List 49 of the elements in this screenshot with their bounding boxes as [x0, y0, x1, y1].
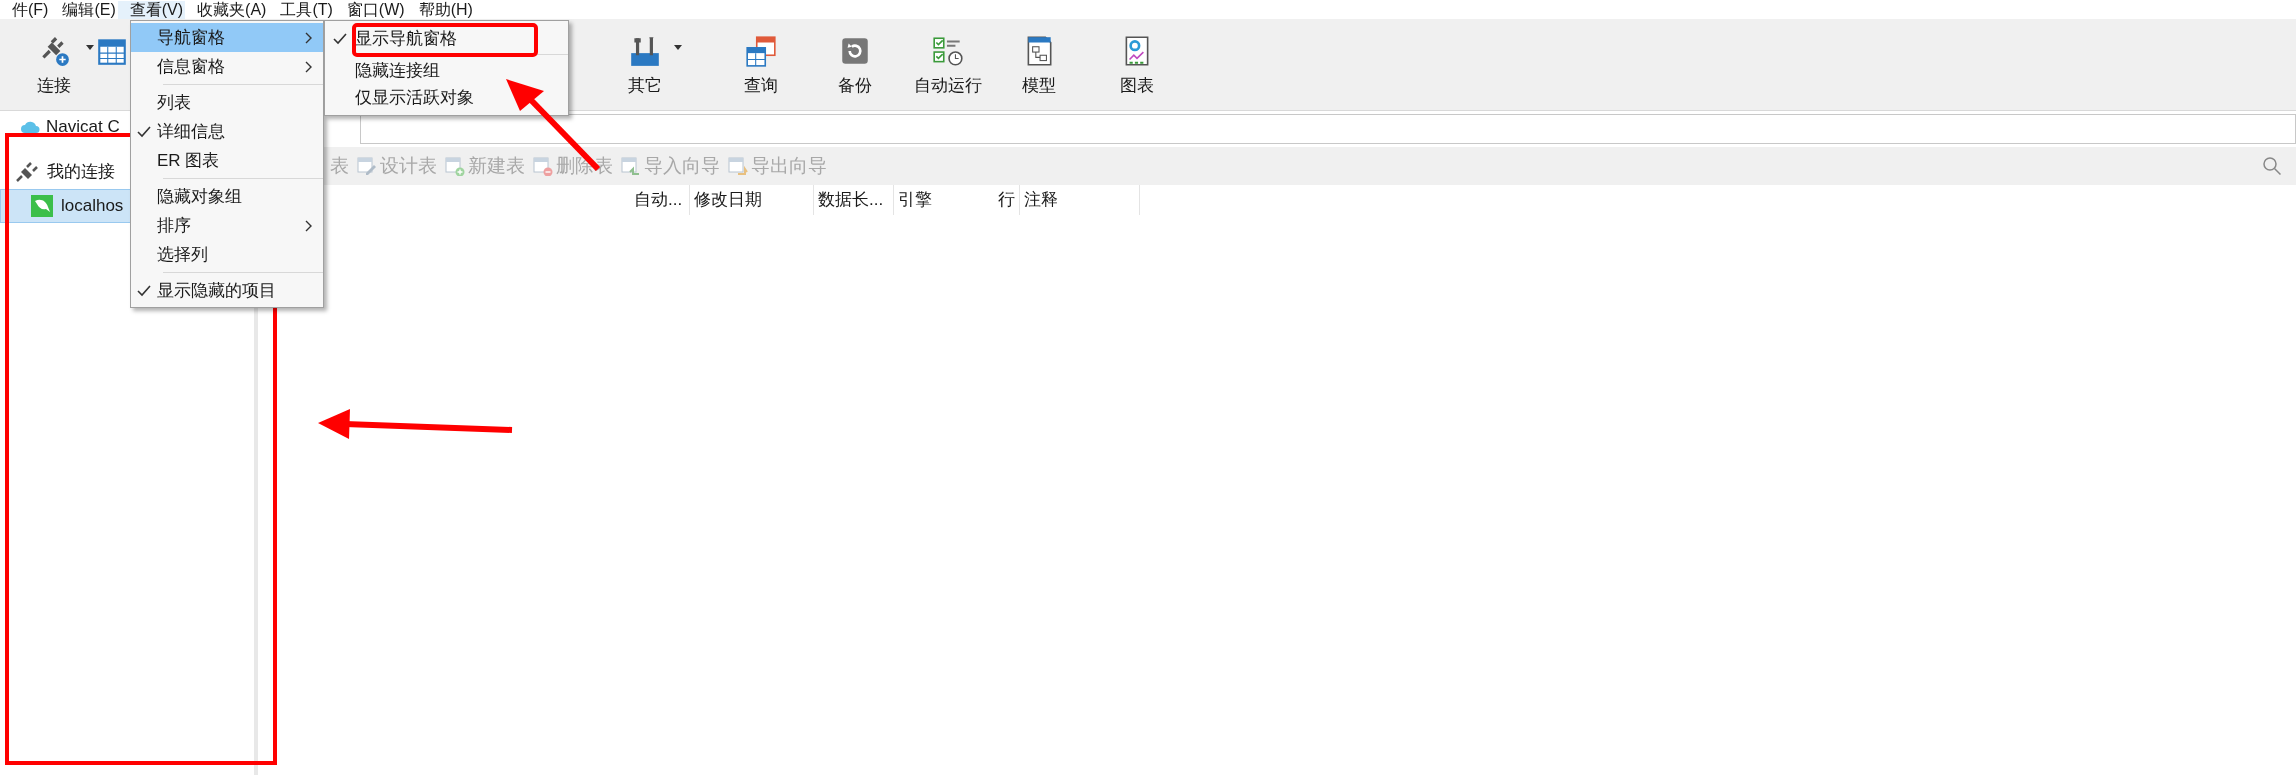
- menu-item[interactable]: ER 图表: [131, 146, 323, 175]
- plug-icon: [15, 161, 39, 183]
- check-icon: [333, 32, 347, 45]
- search-icon[interactable]: [2262, 156, 2282, 176]
- table-minus-icon: [533, 156, 553, 176]
- check-icon: [137, 284, 151, 297]
- column-header[interactable]: 注释: [1020, 185, 1140, 215]
- toolbar-button[interactable]: 其它: [608, 19, 682, 110]
- cloud-icon: [20, 120, 40, 134]
- menu-item[interactable]: 显示隐藏的项目: [131, 276, 323, 305]
- toolbar-button[interactable]: 自动运行: [900, 19, 996, 110]
- menu-item[interactable]: 仅显示活跃对象: [325, 84, 568, 111]
- menu-item[interactable]: 列表: [131, 88, 323, 117]
- toolbar-button[interactable]: 模型: [1002, 19, 1076, 110]
- toolbar-button[interactable]: 图表: [1100, 19, 1174, 110]
- menu-item[interactable]: 隐藏连接组: [325, 57, 568, 84]
- chevron-right-icon: [305, 219, 313, 232]
- column-header[interactable]: 修改日期: [690, 185, 814, 215]
- dropdown-caret-icon[interactable]: [674, 45, 682, 50]
- menu-item[interactable]: 窗口(W): [334, 1, 407, 19]
- menu-item[interactable]: 导航窗格: [131, 23, 323, 52]
- panel-title: Navicat C: [46, 116, 120, 139]
- column-header[interactable]: 引擎: [894, 185, 980, 215]
- column-header[interactable]: 行: [980, 185, 1020, 215]
- chevron-right-icon: [305, 60, 313, 73]
- menu-item[interactable]: 详细信息: [131, 117, 323, 146]
- search-field[interactable]: [360, 114, 2296, 144]
- column-header[interactable]: 数据长...: [814, 185, 894, 215]
- toolbar-button[interactable]: 备份: [818, 19, 892, 110]
- menu-item[interactable]: 选择列: [131, 240, 323, 269]
- table-arrow-icon: [728, 156, 748, 176]
- menu-item[interactable]: 信息窗格: [131, 52, 323, 81]
- table-pencil-icon: [357, 156, 377, 176]
- menu-item[interactable]: 编辑(E): [50, 1, 118, 19]
- check-icon: [137, 125, 151, 138]
- toolbar-button[interactable]: 连接: [14, 19, 94, 110]
- column-header[interactable]: 自动...: [630, 185, 690, 215]
- table-arrow-icon: [621, 156, 641, 176]
- menu-item[interactable]: 收藏夹(A): [185, 1, 269, 19]
- menu-item[interactable]: 工具(T): [268, 1, 335, 19]
- menu-item[interactable]: 查看(V): [117, 1, 186, 19]
- toolbar-button[interactable]: 查询: [724, 19, 798, 110]
- table-plus-icon: [445, 156, 465, 176]
- menu-item[interactable]: 显示导航窗格: [325, 25, 568, 52]
- menu-item[interactable]: 件(F): [0, 1, 51, 19]
- tables-icon: [744, 33, 778, 68]
- chevron-right-icon: [305, 31, 313, 44]
- dropdown-caret-icon[interactable]: [86, 45, 94, 50]
- menu-item[interactable]: 帮助(H): [406, 1, 475, 19]
